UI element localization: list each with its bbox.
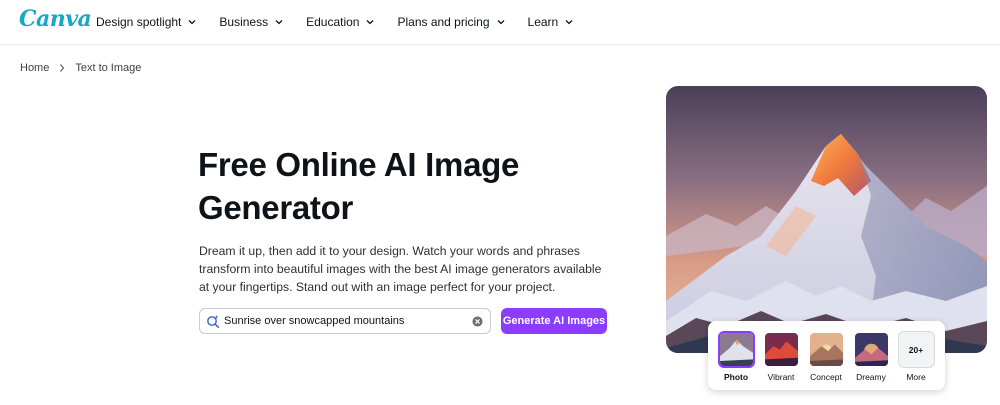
sparkle-search-icon [207, 315, 220, 328]
top-nav-bar: Canva Design spotlight Business Educatio… [0, 0, 1000, 45]
nav-label: Design spotlight [96, 15, 182, 29]
hero-description: Dream it up, then add it to your design.… [199, 244, 602, 294]
style-picker-card: Photo Vibrant Concept Dreamy 20+ More [708, 321, 945, 390]
chevron-down-icon [275, 20, 283, 25]
canva-logo[interactable]: Canva [19, 6, 92, 32]
style-label: More [906, 372, 926, 382]
style-thumbnail [717, 331, 755, 368]
prompt-input[interactable] [224, 312, 464, 330]
chevron-down-icon [565, 20, 573, 25]
vibrant-style-thumbnail [764, 333, 798, 366]
style-option-photo[interactable]: Photo [716, 331, 756, 382]
chevron-right-icon [60, 64, 65, 72]
nav-learn[interactable]: Learn [528, 15, 575, 29]
style-thumbnail [853, 331, 890, 368]
style-option-concept[interactable]: Concept [806, 331, 846, 382]
prompt-input-container [199, 308, 491, 334]
chevron-down-icon [497, 20, 504, 25]
nav-label: Learn [527, 15, 559, 29]
mountain-illustration [666, 86, 987, 353]
concept-style-thumbnail [809, 333, 843, 366]
style-label: Dreamy [856, 372, 886, 382]
chevron-down-icon [367, 20, 374, 25]
photo-style-thumbnail [719, 333, 753, 366]
style-option-dreamy[interactable]: Dreamy [851, 331, 891, 382]
main-nav: Design spotlight Business Education Plan… [96, 0, 596, 44]
style-thumbnail [808, 331, 845, 368]
breadcrumb: Home Text to Image [20, 62, 141, 74]
nav-education[interactable]: Education [306, 15, 375, 29]
style-label: Vibrant [767, 372, 795, 382]
chevron-down-icon [188, 20, 196, 25]
more-styles-badge: 20+ [897, 331, 935, 368]
page-title: Free Online AI Image Generator [198, 146, 520, 226]
breadcrumb-home[interactable]: Home [20, 62, 49, 74]
style-option-more[interactable]: 20+ More [896, 331, 936, 382]
hero-mountain-image [666, 86, 987, 353]
generate-ai-images-button[interactable]: Generate AI Images [501, 308, 607, 334]
clear-circle-icon[interactable] [472, 316, 483, 327]
breadcrumb-current: Text to Image [75, 62, 142, 74]
dreamy-style-thumbnail [854, 333, 888, 366]
nav-business[interactable]: Business [219, 15, 284, 29]
style-label: Photo [723, 372, 749, 382]
nav-label: Education [306, 15, 360, 29]
nav-design-spotlight[interactable]: Design spotlight [96, 15, 197, 29]
nav-label: Business [219, 15, 269, 29]
style-option-vibrant[interactable]: Vibrant [761, 331, 801, 382]
style-thumbnail [763, 331, 800, 368]
style-label: Concept [810, 372, 842, 382]
nav-label: Plans and pricing [397, 15, 490, 29]
nav-plans-pricing[interactable]: Plans and pricing [397, 15, 505, 29]
